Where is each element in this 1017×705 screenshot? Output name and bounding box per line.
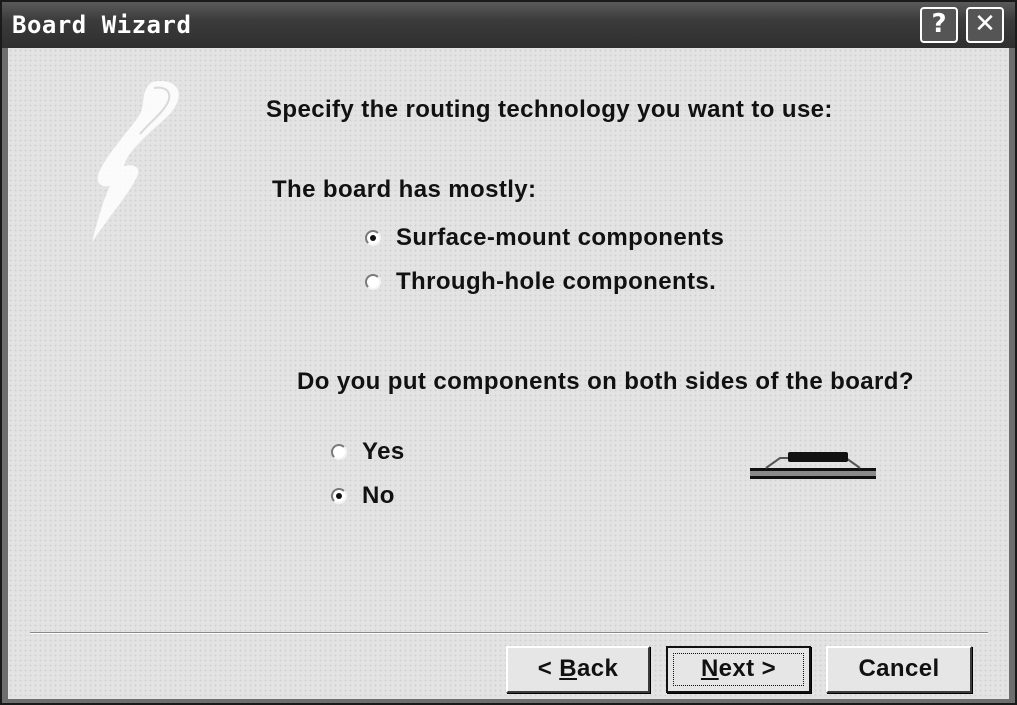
board-wizard-dialog: Board Wizard ? ✕ Specify the routing tec… <box>0 0 1017 705</box>
board-type-label: The board has mostly: <box>272 176 537 203</box>
dialog-body: Specify the routing technology you want … <box>8 48 1009 699</box>
close-button[interactable]: ✕ <box>966 7 1004 43</box>
radio-yes[interactable]: Yes <box>331 437 405 467</box>
radio-surface-mount[interactable]: Surface-mount components <box>365 223 755 253</box>
help-button[interactable]: ? <box>920 7 958 43</box>
both-sides-question: Do you put components on both sides of t… <box>297 368 914 395</box>
close-icon: ✕ <box>974 9 996 39</box>
back-arrow: < <box>537 655 560 682</box>
radio-label-surface-mount: Surface-mount components <box>396 224 725 251</box>
title-bar[interactable]: Board Wizard ? ✕ <box>2 2 1015 48</box>
radio-button-unchecked[interactable] <box>331 444 347 460</box>
window-title: Board Wizard <box>12 11 192 39</box>
back-button[interactable]: < Back <box>506 646 650 693</box>
button-separator <box>30 632 988 634</box>
radio-label-yes: Yes <box>362 438 405 465</box>
lightning-bolt-icon <box>92 80 179 242</box>
radio-label-no: No <box>362 482 395 509</box>
back-mnemonic: B <box>559 655 577 682</box>
help-icon: ? <box>931 9 947 39</box>
cancel-button[interactable]: Cancel <box>826 646 972 693</box>
radio-button-checked[interactable] <box>331 488 347 504</box>
next-button[interactable]: Next > <box>666 646 811 693</box>
radio-through-hole[interactable]: Through-hole components. <box>365 267 716 297</box>
single-sided-board-icon <box>750 452 876 479</box>
focus-ring <box>673 653 804 686</box>
radio-button-unchecked[interactable] <box>365 274 381 290</box>
page-heading: Specify the routing technology you want … <box>266 96 833 123</box>
back-label: ack <box>576 655 619 682</box>
radio-button-checked[interactable] <box>365 230 381 246</box>
radio-label-through-hole: Through-hole components. <box>396 268 717 295</box>
radio-no[interactable]: No <box>331 481 395 511</box>
